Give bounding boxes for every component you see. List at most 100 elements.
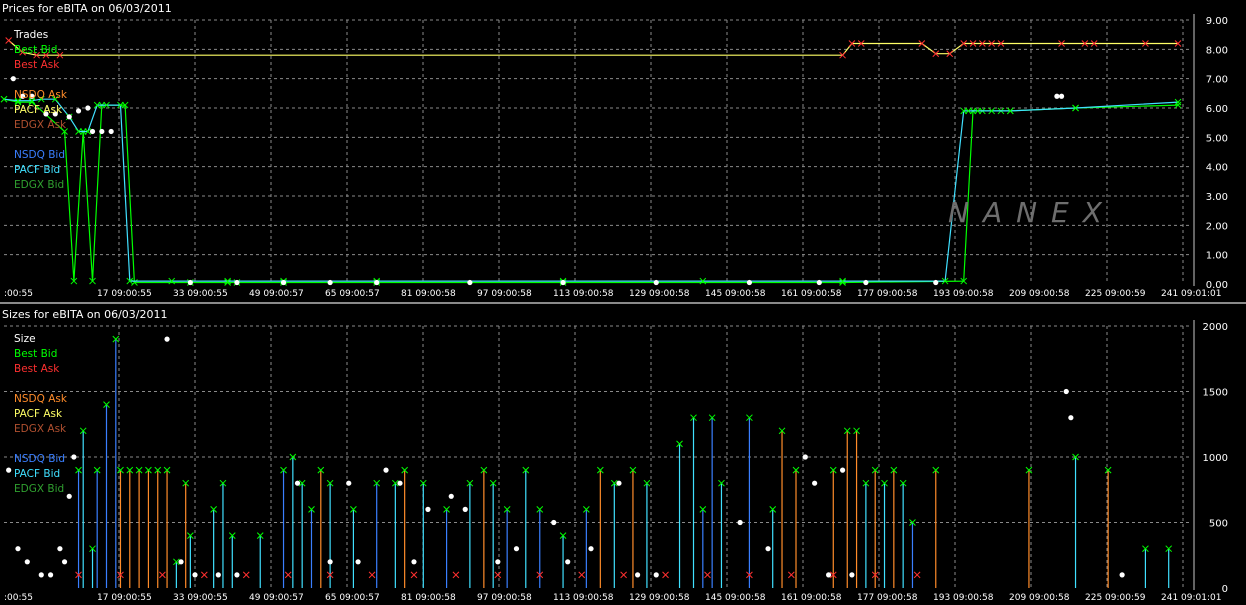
size-x-tick-label: 145 09:00:58 bbox=[705, 593, 766, 603]
trade-size-point bbox=[653, 572, 659, 578]
price-y-tick-label: 6.00 bbox=[1206, 104, 1228, 115]
trade-size-point bbox=[513, 546, 520, 552]
price-x-tick-label: 97 09:00:58 bbox=[477, 289, 532, 299]
price-x-tick-label: 145 09:00:58 bbox=[705, 289, 766, 299]
legend-pacf-bid: PACF Bid bbox=[14, 164, 61, 176]
trade-point bbox=[653, 279, 659, 286]
trade-size-point bbox=[616, 480, 622, 486]
trade-size-point bbox=[192, 572, 198, 578]
best-ask-size-marker bbox=[200, 571, 208, 579]
legend-pacf-ask: PACF Ask bbox=[14, 408, 63, 420]
trade-size-point bbox=[294, 480, 301, 486]
size-y-tick-label: 1500 bbox=[1203, 388, 1228, 399]
price-x-tick-label: 177 09:00:58 bbox=[857, 289, 918, 299]
price-x-tick-label: 81 09:00:58 bbox=[401, 289, 456, 299]
trade-size-point bbox=[448, 493, 454, 499]
price-x-tick-label: 65 09:00:57 bbox=[325, 289, 380, 299]
trade-point bbox=[66, 114, 72, 120]
price-y-tick-label: 3.00 bbox=[1206, 192, 1228, 203]
legend-nsdq-ask: NSDQ Ask bbox=[14, 89, 67, 101]
trade-point bbox=[746, 279, 753, 286]
price-x-tick-label: 33 09:00:55 bbox=[173, 289, 228, 299]
size-x-tick-label: 129 09:00:58 bbox=[629, 593, 690, 603]
size-y-tick-label: 2000 bbox=[1203, 322, 1228, 333]
size-x-tick-label: 241 09:01:01 bbox=[1161, 593, 1221, 603]
trade-point bbox=[85, 105, 91, 111]
trade-size-point bbox=[565, 559, 571, 565]
trade-size-point bbox=[234, 572, 240, 578]
size-x-tick-label: 161 09:00:58 bbox=[781, 593, 842, 603]
chart-canvas: 0.001.002.003.004.005.006.007.008.009.00… bbox=[0, 14, 1228, 603]
price-y-tick-label: 2.00 bbox=[1206, 221, 1228, 232]
trade-size-point bbox=[6, 467, 12, 473]
trade-point bbox=[863, 279, 869, 286]
price-y-tick-label: 7.00 bbox=[1206, 75, 1228, 86]
trade-point bbox=[75, 108, 82, 114]
trade-size-point bbox=[635, 572, 641, 578]
best-ask-size-marker bbox=[704, 571, 711, 579]
price-y-tick-label: 1.00 bbox=[1206, 251, 1228, 262]
trade-point bbox=[1058, 93, 1065, 99]
trade-size-point bbox=[397, 480, 403, 486]
trade-size-point bbox=[346, 480, 352, 486]
legend-size: Size bbox=[14, 333, 36, 345]
price-x-tick-label: 225 09:00:59 bbox=[1085, 289, 1146, 299]
legend-spacer bbox=[14, 437, 67, 452]
legend-pacf-bid: PACF Bid bbox=[14, 468, 61, 480]
trade-point bbox=[89, 128, 96, 135]
price-x-tick-label: :00:55 bbox=[4, 289, 33, 299]
trade-point bbox=[374, 279, 380, 286]
best-ask-size-marker bbox=[284, 571, 292, 579]
legend-trades: Trades bbox=[14, 29, 49, 41]
legend-best-bid: Best Bid bbox=[14, 44, 58, 56]
best-ask-size-marker bbox=[242, 571, 250, 579]
size-x-tick-label: 17 09:00:55 bbox=[97, 593, 152, 603]
best-ask-size-marker bbox=[368, 571, 376, 579]
trade-size-point bbox=[71, 454, 77, 460]
best-ask-size-marker bbox=[913, 571, 921, 579]
trade-size-point bbox=[802, 454, 808, 460]
price-x-tick-label: 129 09:00:58 bbox=[629, 289, 690, 299]
trade-point bbox=[280, 279, 287, 286]
price-y-tick-label: 4.00 bbox=[1206, 163, 1228, 174]
trade-size-point bbox=[812, 480, 818, 486]
best-ask-size-marker bbox=[787, 571, 795, 579]
trade-size-point bbox=[24, 559, 30, 565]
best-ask-size-marker bbox=[662, 571, 669, 579]
size-x-tick-label: 177 09:00:58 bbox=[857, 593, 918, 603]
watermark: NANEX bbox=[948, 196, 1116, 229]
size-x-tick-label: 193 09:00:58 bbox=[933, 593, 994, 603]
size-x-tick-label: 97 09:00:58 bbox=[477, 593, 532, 603]
trade-size-point bbox=[826, 572, 832, 578]
best-ask-size-marker bbox=[159, 571, 166, 579]
series-best-ask bbox=[8, 40, 1178, 56]
trade-point bbox=[327, 279, 333, 286]
trade-size-point bbox=[588, 546, 594, 552]
price-x-tick-label: 241 09:01:01 bbox=[1161, 289, 1221, 299]
size-y-tick-label: 500 bbox=[1209, 519, 1228, 530]
legend-edgx-bid: EDGX Bid bbox=[14, 179, 65, 191]
legend-best-ask: Best Ask bbox=[14, 363, 60, 375]
price-legend: Trades Best Bid Best Ask NSDQ Ask PACF A… bbox=[14, 28, 67, 193]
size-x-tick-label: 65 09:00:57 bbox=[325, 593, 380, 603]
legend-spacer bbox=[14, 73, 67, 88]
trade-size-point bbox=[839, 467, 846, 473]
size-x-tick-label: 81 09:00:58 bbox=[401, 593, 456, 603]
trade-size-point bbox=[178, 559, 184, 565]
trade-point bbox=[560, 279, 566, 286]
legend-nsdq-bid: NSDQ Bid bbox=[14, 453, 65, 465]
legend-best-bid: Best Bid bbox=[14, 348, 58, 360]
trade-size-point bbox=[215, 572, 221, 578]
trade-size-point bbox=[1063, 388, 1069, 395]
legend-nsdq-bid: NSDQ Bid bbox=[14, 149, 65, 161]
trade-size-point bbox=[327, 559, 333, 565]
price-x-tick-label: 49 09:00:57 bbox=[249, 289, 304, 299]
size-x-tick-label: 225 09:00:59 bbox=[1085, 593, 1146, 603]
trade-point bbox=[234, 279, 240, 286]
legend-best-ask: Best Ask bbox=[14, 59, 60, 71]
best-ask-size-marker bbox=[578, 571, 586, 579]
trade-size-point bbox=[57, 546, 63, 552]
legend-edgx-bid: EDGX Bid bbox=[14, 483, 65, 495]
trade-size-point bbox=[164, 336, 170, 342]
trade-size-point bbox=[66, 493, 72, 499]
